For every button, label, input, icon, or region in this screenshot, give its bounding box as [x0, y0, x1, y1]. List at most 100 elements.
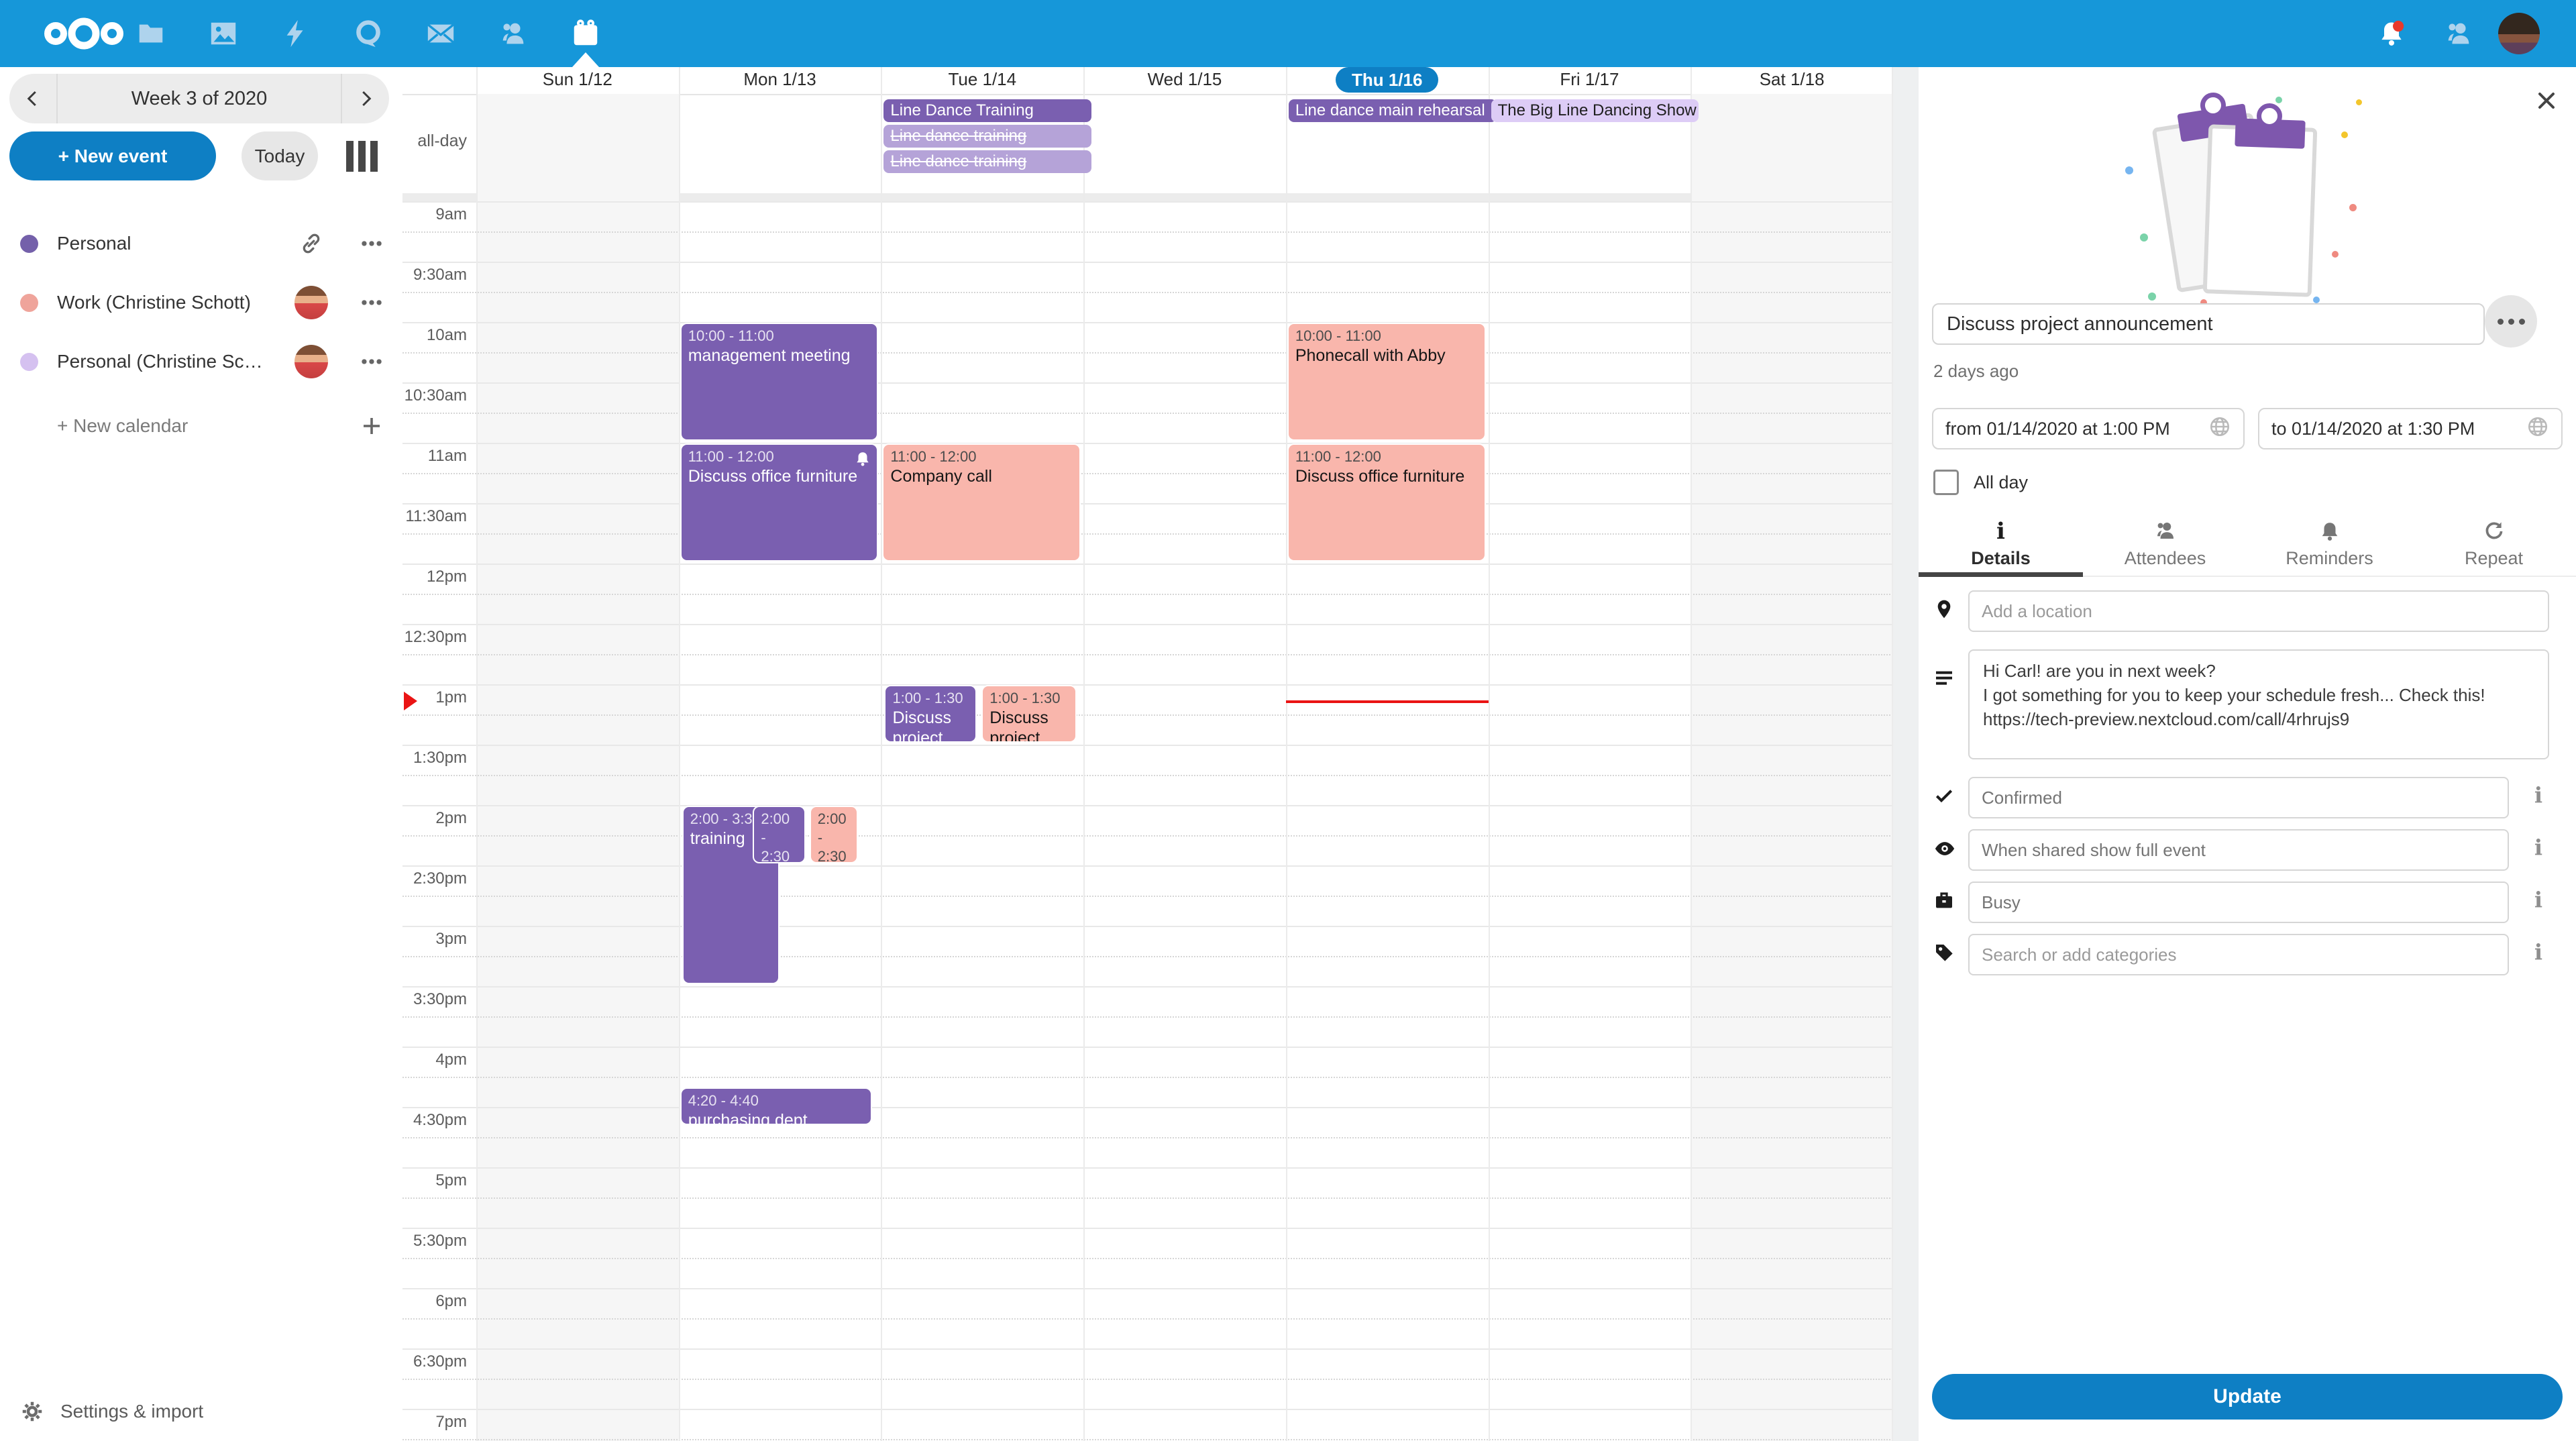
slot-line — [402, 1439, 1893, 1440]
day-header[interactable]: Wed 1/15 — [1083, 67, 1286, 94]
update-button[interactable]: Update — [1932, 1374, 2563, 1420]
new-event-button[interactable]: + New event — [9, 131, 216, 180]
event-title: Discuss office furniture — [688, 466, 871, 486]
timezone-globe-icon[interactable] — [2526, 415, 2549, 443]
time-axis-label: 10am — [402, 326, 467, 345]
tab-repeat[interactable]: Repeat — [2412, 511, 2576, 576]
today-pill: Thu 1/16 — [1336, 67, 1438, 93]
app-talk-icon[interactable] — [341, 0, 395, 67]
user-avatar[interactable] — [2492, 0, 2546, 67]
event-time: 10:00 - 11:00 — [688, 327, 871, 345]
app-contacts-icon[interactable] — [486, 0, 540, 67]
event-more-actions-button[interactable] — [2485, 295, 2537, 348]
time-axis-label: 10:30am — [402, 386, 467, 405]
day-header[interactable]: Sat 1/18 — [1690, 67, 1893, 94]
previous-week-button[interactable] — [9, 74, 56, 123]
tab-reminders[interactable]: Reminders — [2247, 511, 2412, 576]
calendar-event[interactable]: 11:00 - 12:00Company call — [882, 443, 1081, 562]
owner-avatar[interactable] — [294, 285, 329, 320]
slot-line — [402, 684, 1893, 686]
time-axis-label: 6:30pm — [402, 1352, 467, 1371]
week-label[interactable]: Week 3 of 2020 — [58, 88, 341, 110]
all-day-event[interactable]: The Big Line Dancing Show — [1491, 99, 1699, 122]
calendar-list-item[interactable]: Personal (Christine Schott) — [0, 337, 402, 386]
calendar-event[interactable]: 4:20 - 4:40purchasing dept — [680, 1087, 873, 1125]
all-day-event[interactable]: Line dance training — [883, 125, 1091, 148]
day-header[interactable]: Mon 1/13 — [679, 67, 881, 94]
calendar-list-item[interactable]: Work (Christine Schott) — [0, 278, 402, 327]
all-day-event[interactable]: Line Dance Training — [883, 99, 1091, 122]
calendar-event[interactable]: 10:00 - 11:00management meeting — [680, 323, 879, 441]
all-day-event[interactable]: Line dance training — [883, 150, 1091, 173]
calendar-actions-icon[interactable] — [354, 285, 389, 320]
timezone-globe-icon[interactable] — [2208, 415, 2231, 443]
status-select[interactable]: Confirmed — [1968, 777, 2509, 818]
owner-avatar[interactable] — [294, 344, 329, 379]
start-datetime-value: from 01/14/2020 at 1:00 PM — [1945, 419, 2170, 439]
tag-icon — [1933, 942, 1955, 967]
calendar-event[interactable]: 2:00 - 2:30check-in — [753, 806, 805, 863]
attendees-icon — [2153, 519, 2178, 543]
settings-import[interactable]: Settings & import — [0, 1390, 402, 1433]
view-mode-toggle-icon[interactable] — [346, 141, 380, 172]
new-calendar-plus-icon[interactable] — [354, 409, 389, 443]
week-switcher: Week 3 of 2020 — [9, 74, 389, 123]
all-day-checkbox[interactable]: All day — [1933, 470, 2028, 495]
tab-details[interactable]: iDetails — [1919, 511, 2083, 576]
slot-line — [402, 1137, 1893, 1138]
app-activity-icon[interactable] — [269, 0, 323, 67]
categories-input[interactable]: Search or add categories — [1968, 934, 2509, 975]
current-time-arrow-icon — [404, 692, 417, 710]
calendar-actions-icon[interactable] — [354, 344, 389, 379]
calendar-event[interactable]: 10:00 - 11:00Phonecall with Abby — [1287, 323, 1486, 441]
day-header[interactable]: Sun 1/12 — [476, 67, 679, 94]
info-icon[interactable]: i — [2525, 887, 2552, 918]
calendar-event[interactable]: 11:00 - 12:00Discuss office furniture — [680, 443, 879, 562]
app-photos-icon[interactable] — [197, 0, 250, 67]
calendar-actions-icon[interactable] — [354, 226, 389, 261]
contacts-menu-icon[interactable] — [2432, 0, 2485, 67]
app-files-icon[interactable] — [124, 0, 178, 67]
today-button[interactable]: Today — [241, 131, 318, 180]
event-time: 4:20 - 4:40 — [688, 1091, 865, 1110]
event-end-datetime[interactable]: to 01/14/2020 at 1:30 PM — [2258, 408, 2563, 449]
calendar-name: Work (Christine Schott) — [57, 292, 272, 313]
slot-line — [402, 231, 1893, 233]
slot-line — [402, 1167, 1893, 1169]
all-day-event[interactable]: Line dance main rehearsal — [1289, 99, 1497, 122]
nextcloud-logo-icon[interactable] — [40, 15, 127, 52]
calendar-event[interactable]: 1:00 - 1:30Discuss project announcement — [884, 685, 976, 743]
calendar-event[interactable]: 2:00 - 2:30check-in — [810, 806, 858, 863]
new-calendar-button[interactable]: + New calendar — [0, 401, 402, 451]
calendar-list-item[interactable]: Personal — [0, 219, 402, 268]
calendar-event[interactable]: 11:00 - 12:00Discuss office furniture — [1287, 443, 1486, 562]
calendar-event[interactable]: 1:00 - 1:30Discuss project — [981, 685, 1077, 743]
location-input[interactable]: Add a location — [1968, 590, 2549, 632]
info-icon[interactable]: i — [2525, 835, 2552, 865]
description-textarea[interactable]: Hi Carl! are you in next week? I got som… — [1968, 649, 2549, 759]
notifications-bell-icon[interactable] — [2365, 0, 2418, 67]
day-header[interactable]: Fri 1/17 — [1489, 67, 1691, 94]
event-title-input[interactable] — [1932, 303, 2485, 345]
slot-line — [402, 926, 1893, 927]
app-calendar-icon[interactable] — [559, 0, 612, 67]
time-axis-label: 3:30pm — [402, 990, 467, 1009]
info-icon[interactable]: i — [2525, 939, 2552, 970]
event-start-datetime[interactable]: from 01/14/2020 at 1:00 PM — [1932, 408, 2245, 449]
info-icon[interactable]: i — [2525, 782, 2552, 813]
time-axis-label: 5pm — [402, 1171, 467, 1190]
day-header-today[interactable]: Thu 1/16 — [1286, 67, 1489, 94]
event-time: 11:00 - 12:00 — [890, 447, 1073, 466]
slot-line — [402, 1107, 1893, 1108]
time-axis-label: 5:30pm — [402, 1232, 467, 1250]
next-week-button[interactable] — [342, 74, 389, 123]
tab-attendees[interactable]: Attendees — [2083, 511, 2247, 576]
app-mail-icon[interactable] — [414, 0, 468, 67]
close-icon[interactable] — [2533, 87, 2563, 117]
checkbox-box[interactable] — [1933, 470, 1959, 495]
visibility-select[interactable]: When shared show full event — [1968, 829, 2509, 871]
day-header[interactable]: Tue 1/14 — [881, 67, 1083, 94]
freebusy-select[interactable]: Busy — [1968, 882, 2509, 923]
time-axis-label: 3pm — [402, 930, 467, 949]
share-link-icon[interactable] — [294, 226, 329, 261]
